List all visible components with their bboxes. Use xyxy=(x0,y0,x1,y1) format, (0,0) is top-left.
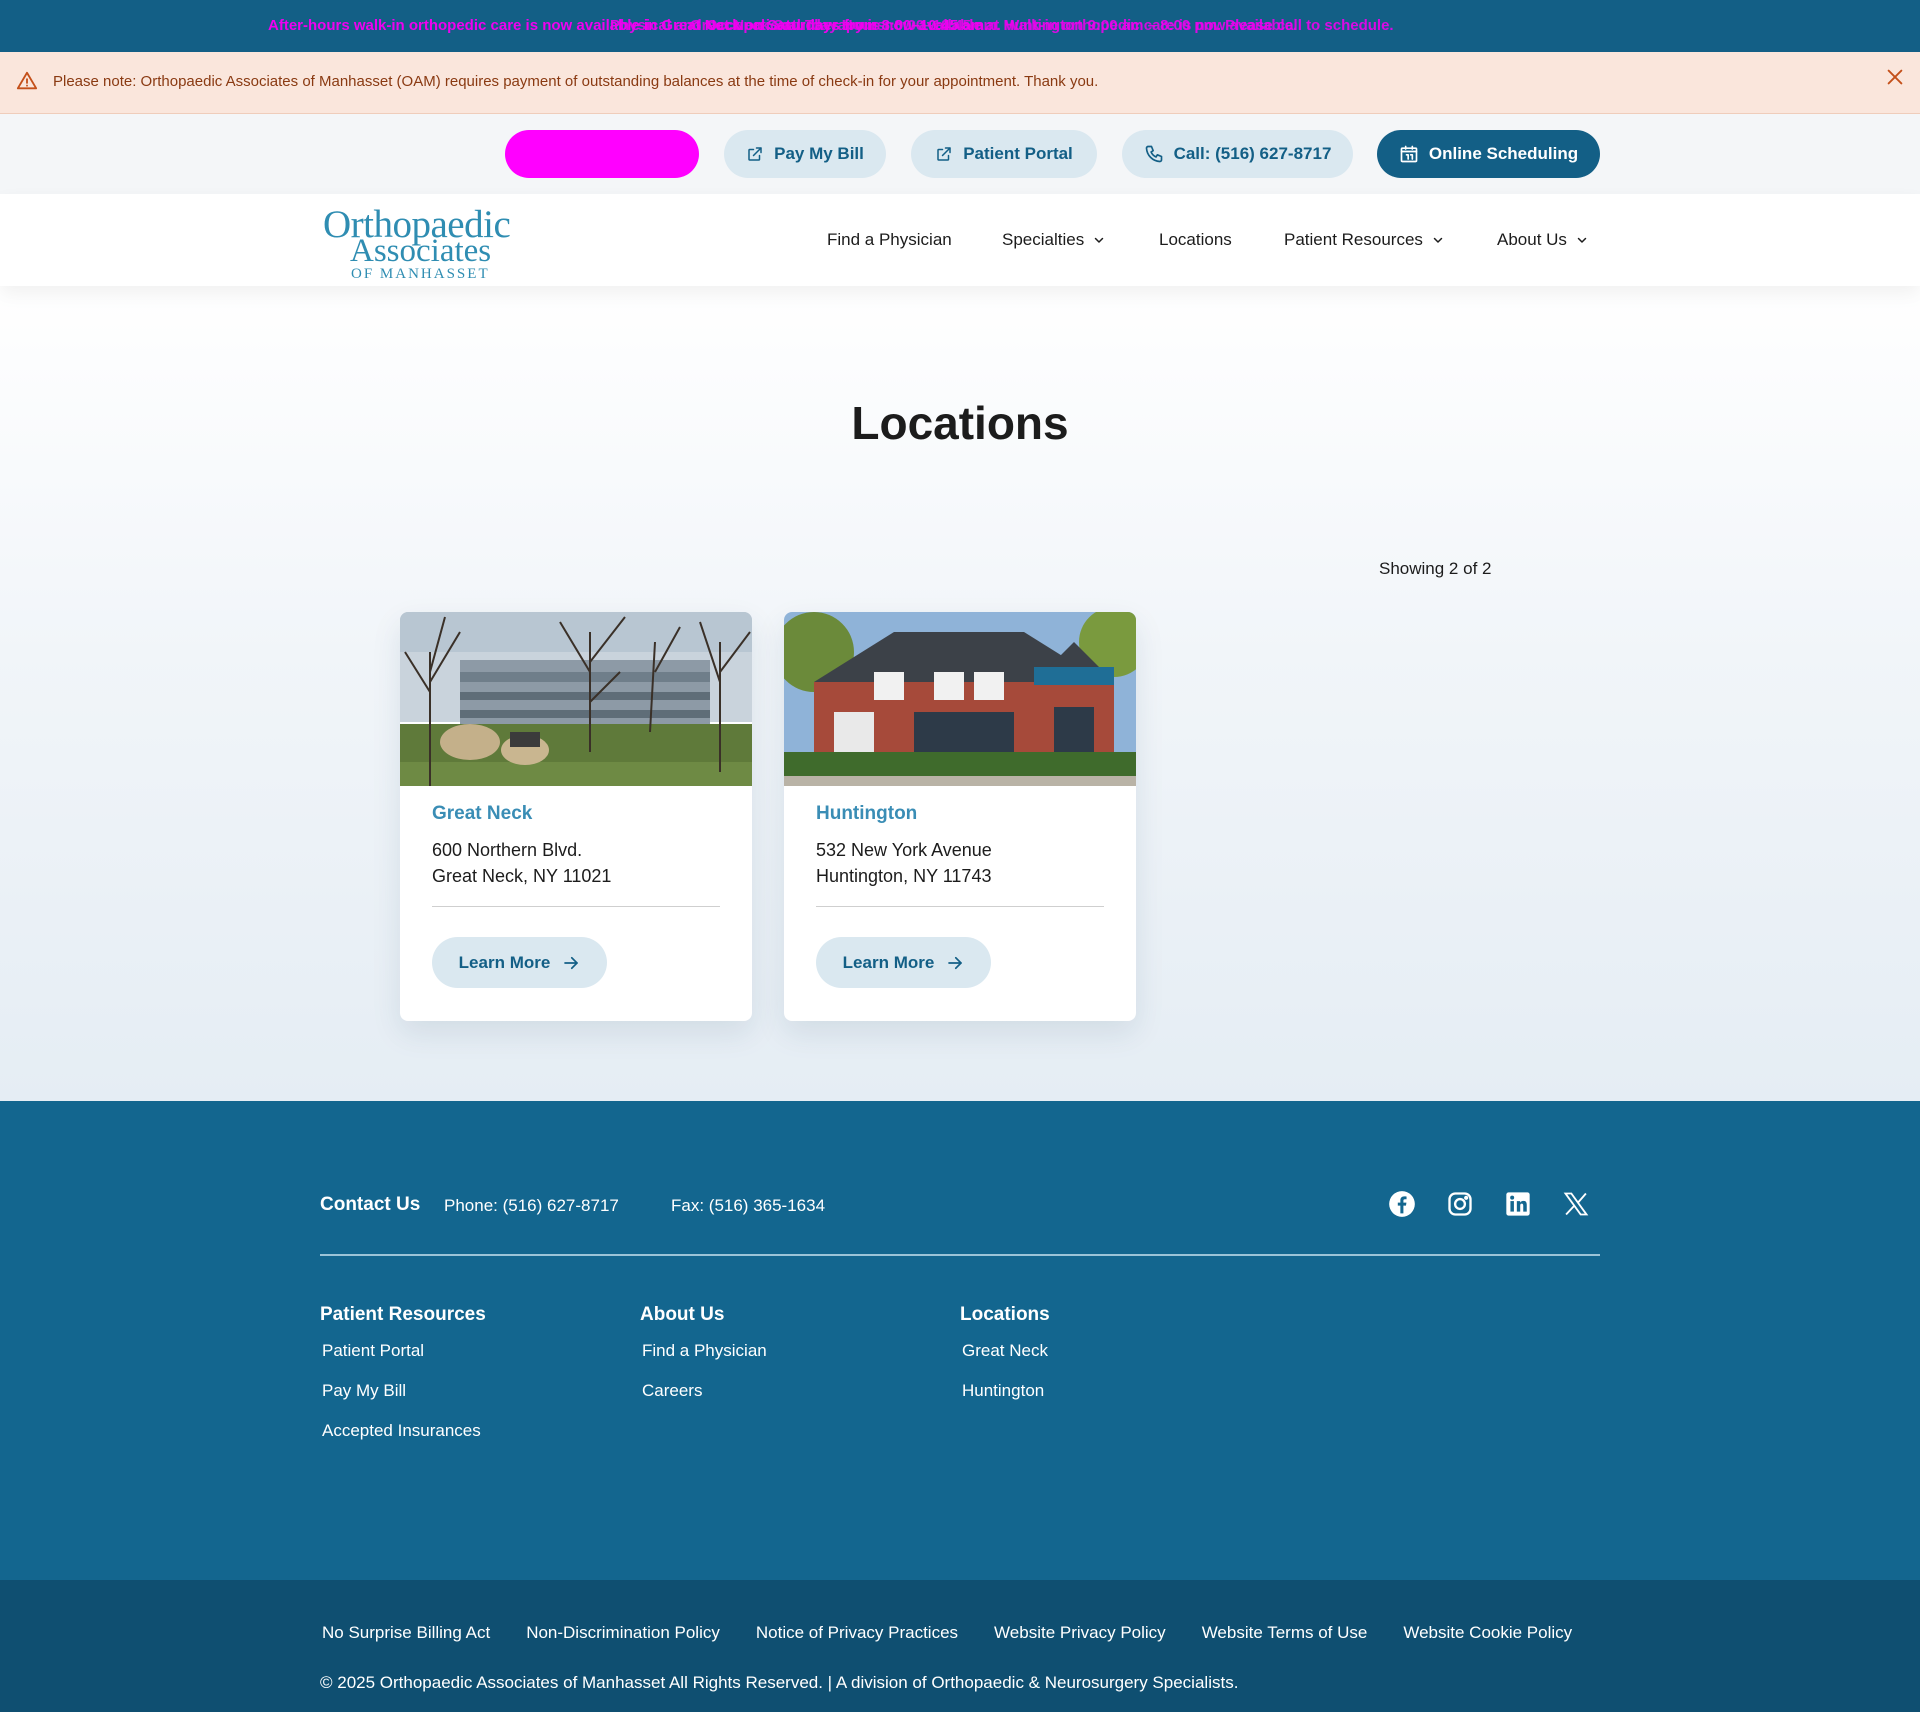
site-logo[interactable]: Orthopaedic Associates OF MANHASSET xyxy=(323,202,519,282)
linkedin-icon[interactable] xyxy=(1504,1190,1532,1218)
nav-locations[interactable]: Locations xyxy=(1159,230,1232,250)
nav-label: Find a Physician xyxy=(827,230,952,249)
chevron-down-icon xyxy=(1577,237,1587,243)
nav-label: Specialties xyxy=(1002,230,1085,249)
address-line-1: 600 Northern Blvd. xyxy=(432,840,583,860)
call-label: Call: (516) 627-8717 xyxy=(1173,144,1332,163)
external-link-icon xyxy=(937,147,951,161)
chevron-down-icon xyxy=(1433,237,1443,243)
location-photo xyxy=(784,612,1136,786)
main-content: Locations Showing 2 of 2 Great Neck 600 xyxy=(0,286,1920,1101)
footer-column-about-us: About Us Find a Physician Careers xyxy=(640,1304,767,1420)
footer-link[interactable]: Find a Physician xyxy=(642,1340,767,1380)
utility-bar: Pay My Bill Patient Portal Call: (516) 6… xyxy=(0,114,1920,194)
card-divider xyxy=(816,906,1104,907)
nav-label: Locations xyxy=(1159,230,1232,249)
legal-bar: No Surprise Billing Act Non-Discriminati… xyxy=(0,1580,1920,1712)
online-scheduling-label: Online Scheduling xyxy=(1428,144,1579,163)
footer-column-title: Patient Resources xyxy=(320,1304,486,1325)
address-line-1: 532 New York Avenue xyxy=(816,840,992,860)
legal-link-cookie-policy[interactable]: Website Cookie Policy xyxy=(1403,1623,1572,1643)
legal-link-privacy-practices[interactable]: Notice of Privacy Practices xyxy=(756,1623,958,1643)
learn-more-label: Learn More xyxy=(842,952,935,972)
chevron-down-icon xyxy=(1094,237,1104,243)
contact-title: Contact Us xyxy=(320,1194,421,1215)
footer-link[interactable]: Careers xyxy=(642,1380,767,1420)
footer-phone[interactable]: Phone: (516) 627-8717 xyxy=(444,1196,619,1216)
footer-divider xyxy=(320,1254,1600,1256)
external-link-icon xyxy=(748,147,762,161)
nav-specialties[interactable]: Specialties xyxy=(1002,230,1105,250)
x-twitter-icon[interactable] xyxy=(1562,1190,1590,1218)
copyright-text: © 2025 Orthopaedic Associates of Manhass… xyxy=(320,1673,1239,1692)
card-divider xyxy=(432,906,720,907)
ticker-text: Great Neck Saturday Hours: 8:00–10:45 am… xyxy=(690,17,1298,34)
facebook-icon[interactable] xyxy=(1388,1190,1416,1218)
footer-link[interactable]: Pay My Bill xyxy=(322,1380,486,1420)
legal-link-website-privacy[interactable]: Website Privacy Policy xyxy=(994,1623,1166,1643)
footer-column-locations: Locations Great Neck Huntington xyxy=(960,1304,1050,1420)
location-name[interactable]: Huntington xyxy=(816,803,917,825)
location-card: Great Neck 600 Northern Blvd. Great Neck… xyxy=(400,612,752,1021)
logo-line-3: OF MANHASSET xyxy=(351,266,490,282)
location-photo xyxy=(400,612,752,786)
logo-line-2: Associates xyxy=(350,233,492,269)
location-card: Huntington 532 New York Avenue Huntingto… xyxy=(784,612,1136,1021)
footer-link[interactable]: Great Neck xyxy=(962,1340,1050,1380)
announcement-ticker: After-hours walk-in orthopedic care is n… xyxy=(0,0,1920,52)
instagram-icon[interactable] xyxy=(1446,1190,1474,1218)
location-address: 532 New York Avenue Huntington, NY 11743 xyxy=(816,837,992,889)
billing-alert: Please note: Orthopaedic Associates of M… xyxy=(0,52,1920,114)
pay-bill-button[interactable]: Pay My Bill xyxy=(724,130,886,178)
calendar-icon xyxy=(1400,145,1418,163)
footer-fax: Fax: (516) 365-1634 xyxy=(671,1196,826,1215)
site-header: Orthopaedic Associates OF MANHASSET Find… xyxy=(0,194,1920,286)
results-count: Showing 2 of 2 xyxy=(1379,559,1492,578)
learn-more-label: Learn More xyxy=(458,952,551,972)
address-line-2: Huntington, NY 11743 xyxy=(816,866,992,886)
nav-label: About Us xyxy=(1497,230,1567,249)
footer-column-title: Locations xyxy=(960,1304,1050,1325)
learn-more-button[interactable]: Learn More xyxy=(432,937,607,988)
footer-link[interactable]: Accepted Insurances xyxy=(322,1420,486,1460)
legal-link-terms-of-use[interactable]: Website Terms of Use xyxy=(1202,1623,1368,1643)
nav-find-physician[interactable]: Find a Physician xyxy=(827,230,952,250)
legal-links: No Surprise Billing Act Non-Discriminati… xyxy=(322,1623,1608,1643)
page-title: Locations xyxy=(851,397,1069,449)
alert-message: Please note: Orthopaedic Associates of M… xyxy=(53,73,1099,90)
learn-more-button[interactable]: Learn More xyxy=(816,937,991,988)
address-line-2: Great Neck, NY 11021 xyxy=(432,866,612,886)
call-button[interactable]: Call: (516) 627-8717 xyxy=(1122,130,1353,178)
phone-icon xyxy=(1145,145,1162,163)
patient-portal-button[interactable]: Patient Portal xyxy=(911,130,1097,178)
location-name[interactable]: Great Neck xyxy=(432,803,532,825)
legal-link-non-discrimination[interactable]: Non-Discrimination Policy xyxy=(526,1623,720,1643)
arrow-right-icon xyxy=(948,956,963,969)
footer-column-patient-resources: Patient Resources Patient Portal Pay My … xyxy=(320,1304,486,1460)
footer-link[interactable]: Patient Portal xyxy=(322,1340,486,1380)
close-icon[interactable] xyxy=(1884,66,1906,88)
arrow-right-icon xyxy=(564,956,579,969)
footer-column-title: About Us xyxy=(640,1304,725,1325)
nav-patient-resources[interactable]: Patient Resources xyxy=(1284,230,1444,250)
nav-label: Patient Resources xyxy=(1284,230,1423,249)
location-address: 600 Northern Blvd. Great Neck, NY 11021 xyxy=(432,837,611,889)
online-scheduling-button[interactable]: Online Scheduling xyxy=(1377,130,1600,178)
patient-portal-label: Patient Portal xyxy=(963,144,1073,163)
footer-link[interactable]: Huntington xyxy=(962,1380,1050,1420)
legal-link-no-surprise-billing[interactable]: No Surprise Billing Act xyxy=(322,1623,490,1643)
site-footer: Contact Us Phone: (516) 627-8717 Fax: (5… xyxy=(0,1101,1920,1580)
warning-triangle-icon xyxy=(16,71,38,90)
pay-bill-label: Pay My Bill xyxy=(774,144,864,163)
highlighted-button[interactable] xyxy=(505,130,699,178)
nav-about-us[interactable]: About Us xyxy=(1497,230,1588,250)
